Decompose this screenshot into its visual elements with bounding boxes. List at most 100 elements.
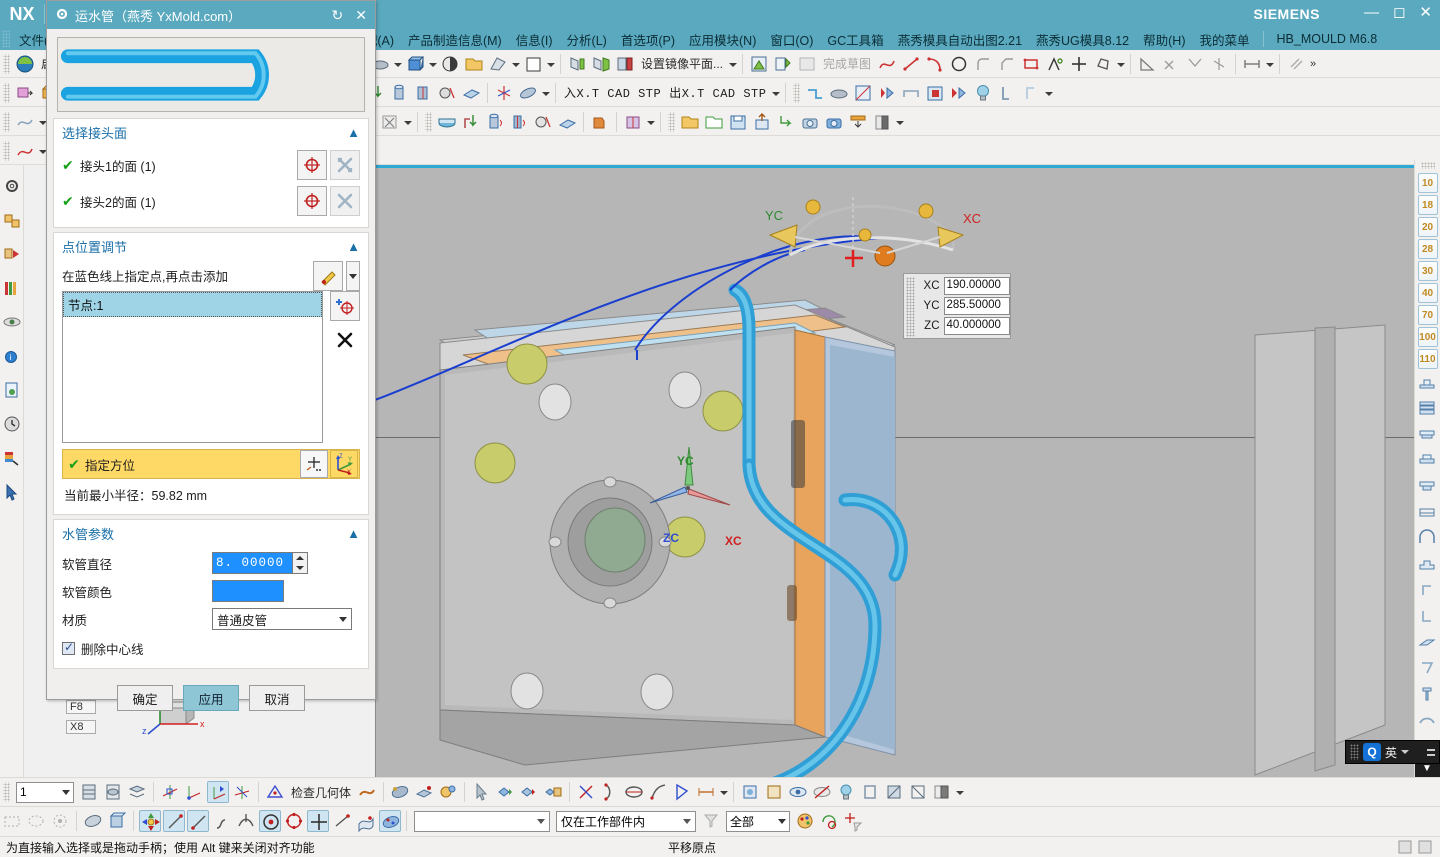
- snap-point-icon[interactable]: [575, 781, 597, 803]
- chevron-down-icon[interactable]: [339, 616, 347, 622]
- right-toolbar-grip[interactable]: [1420, 162, 1435, 169]
- toolbar-grip[interactable]: [425, 111, 432, 132]
- datum-csys-icon[interactable]: [106, 810, 128, 832]
- mold-base-stack-icon[interactable]: [1417, 398, 1439, 420]
- ejector-pin-icon[interactable]: [532, 111, 554, 133]
- move-object-icon[interactable]: [14, 82, 36, 104]
- reverse-face-2-button[interactable]: [330, 186, 360, 216]
- toolbar-overflow-icon[interactable]: »: [1308, 58, 1318, 70]
- close-icon[interactable]: ✕: [1419, 4, 1432, 22]
- close-icon[interactable]: ✕: [355, 7, 367, 24]
- menu-item-yx-autodraw[interactable]: 燕秀模具自动出图2.21: [891, 28, 1029, 51]
- add-node-button[interactable]: [330, 291, 360, 321]
- select-face-2-button[interactable]: [297, 186, 327, 216]
- layer-button-110[interactable]: 110: [1417, 349, 1438, 369]
- render-style-icon[interactable]: [931, 781, 953, 803]
- hose-diameter-arrows[interactable]: [292, 552, 308, 574]
- coord-value-xc[interactable]: 190.00000: [943, 277, 1010, 295]
- water-pipe-dialog[interactable]: 运水管（燕秀 YxMold.com） ↻ ✕ 选择接头面 ▲ ✔ 接头1的面 (…: [46, 0, 376, 711]
- dimension-more-icon[interactable]: [402, 111, 413, 133]
- sketch-section-icon[interactable]: [82, 810, 104, 832]
- remove-node-button[interactable]: [330, 325, 360, 355]
- pattern-feature-icon[interactable]: [412, 82, 434, 104]
- point-dialog-button[interactable]: [313, 261, 343, 291]
- history-icon[interactable]: [1, 413, 23, 435]
- wcs-dropdown-icon[interactable]: [540, 82, 551, 104]
- pointer-select-icon[interactable]: [470, 781, 492, 803]
- spline-icon[interactable]: [876, 53, 898, 75]
- coordbox-grip[interactable]: [906, 277, 915, 337]
- chamfer-icon[interactable]: [996, 53, 1018, 75]
- water-pipe-icon[interactable]: [508, 111, 530, 133]
- profile-icon[interactable]: [1044, 53, 1066, 75]
- joint-face-row-1[interactable]: ✔ 接头1的面 (1): [62, 147, 360, 183]
- shading-icon[interactable]: [871, 111, 893, 133]
- node-list-item-1[interactable]: 节点:1: [63, 292, 322, 317]
- pocket-dropdown-icon[interactable]: [645, 111, 656, 133]
- analyze-face-icon[interactable]: [389, 781, 411, 803]
- ime-grip[interactable]: [1350, 744, 1359, 760]
- corner-icon[interactable]: [996, 82, 1018, 104]
- ime-chevron-icon[interactable]: [1401, 750, 1410, 754]
- slanted-plate-icon[interactable]: [1417, 632, 1439, 654]
- dynamic-handle-icon[interactable]: [139, 810, 161, 832]
- dialog-title-buttons[interactable]: ↻ ✕: [332, 7, 367, 24]
- menu-drag-handle[interactable]: [2, 30, 10, 48]
- mold-base-top-icon[interactable]: [1417, 372, 1439, 394]
- node-listbox[interactable]: 节点:1: [62, 291, 323, 443]
- solid-dropdown-icon[interactable]: [427, 53, 438, 75]
- center-point-icon[interactable]: [259, 810, 281, 832]
- toolbar-grip[interactable]: [3, 782, 10, 802]
- reuse-library-icon[interactable]: [1, 277, 23, 299]
- rectangle-icon[interactable]: [1020, 53, 1042, 75]
- overflow-expand-icon[interactable]: ▼: [1422, 763, 1432, 774]
- spline-curve-icon[interactable]: [211, 810, 233, 832]
- qq-input-icon[interactable]: Q: [1363, 743, 1381, 761]
- point-icon[interactable]: [1068, 53, 1090, 75]
- view-create-icon[interactable]: [772, 53, 794, 75]
- toolbar-grip[interactable]: [793, 82, 801, 103]
- circle-icon[interactable]: [948, 53, 970, 75]
- boolean-icon[interactable]: [439, 53, 461, 75]
- dialog-title-bar[interactable]: 运水管（燕秀 YxMold.com） ↻ ✕: [47, 1, 375, 29]
- layer-settings-icon[interactable]: [78, 781, 100, 803]
- toolbar-grip[interactable]: [3, 82, 10, 103]
- layer-button-30[interactable]: 30: [1417, 261, 1438, 281]
- wcs-rotate-icon[interactable]: [231, 781, 253, 803]
- edge-blend-icon[interactable]: [804, 82, 826, 104]
- hose-diameter-input[interactable]: 8. 00000: [212, 552, 292, 574]
- face-point-icon[interactable]: [355, 810, 377, 832]
- corner-dropdown-icon[interactable]: [1043, 82, 1054, 104]
- assembly-navigator-icon[interactable]: [1, 243, 23, 265]
- menu-item-analysis[interactable]: 分析(L): [560, 28, 614, 51]
- display-part-icon[interactable]: [763, 781, 785, 803]
- ime-menu-icon[interactable]: [1427, 748, 1435, 756]
- ime-indicator[interactable]: Q 英: [1345, 740, 1440, 764]
- chevron-down-icon[interactable]: [537, 818, 545, 824]
- arch-bracket-icon[interactable]: [1417, 710, 1439, 732]
- snap-tangent-icon[interactable]: [671, 781, 693, 803]
- filter-combo[interactable]: [414, 810, 550, 832]
- undo-redo-icon[interactable]: [775, 111, 797, 133]
- chevron-up-icon[interactable]: ▲: [347, 239, 360, 254]
- ime-language-label[interactable]: 英: [1385, 744, 1397, 761]
- mold-base-bottom-icon[interactable]: [1417, 476, 1439, 498]
- chevron-up-icon[interactable]: ▲: [347, 526, 360, 541]
- color-filter-icon[interactable]: [794, 810, 816, 832]
- surface-dropdown-icon[interactable]: [510, 53, 521, 75]
- snap-distance-icon[interactable]: [695, 781, 717, 803]
- mirror-plane-icon[interactable]: [614, 53, 636, 75]
- cancel-button[interactable]: 取消: [249, 685, 305, 711]
- screenshot-icon[interactable]: [799, 111, 821, 133]
- layer-button-10[interactable]: 10: [1417, 173, 1438, 193]
- rect-select-icon[interactable]: [1, 810, 23, 832]
- insert-part-icon[interactable]: [589, 111, 611, 133]
- mirror-plane-dropdown-icon[interactable]: [727, 53, 738, 75]
- corner-plate-icon[interactable]: [1417, 580, 1439, 602]
- chevron-down-icon[interactable]: [683, 818, 691, 824]
- csys-orientation-button[interactable]: ZY X: [330, 450, 358, 478]
- plane-dropdown-icon[interactable]: [545, 53, 556, 75]
- section-view-icon[interactable]: [852, 82, 874, 104]
- joint-face-row-2[interactable]: ✔ 接头2的面 (1): [62, 183, 360, 219]
- wireframe-display-icon[interactable]: [907, 781, 929, 803]
